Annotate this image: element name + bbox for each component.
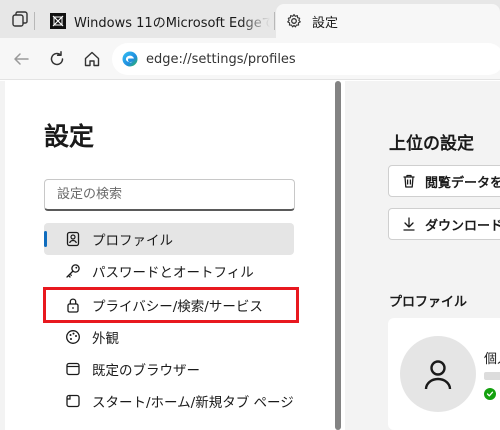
sidebar-item-label: パスワードとオートフィル bbox=[92, 265, 254, 281]
sidebar-item-label: スタート/ホーム/新規タブ ページ bbox=[92, 395, 294, 411]
button-label: 閲覧データを削除 bbox=[425, 175, 500, 191]
profile-email-redacted bbox=[484, 372, 500, 380]
settings-search-input[interactable] bbox=[44, 179, 295, 211]
profile-card[interactable]: 個人 bbox=[388, 318, 500, 430]
profile-name: 個人 bbox=[484, 352, 500, 367]
edge-logo-icon bbox=[122, 51, 138, 67]
button-label: ダウンロード bbox=[425, 218, 500, 234]
refresh-button[interactable] bbox=[45, 47, 69, 71]
sidebar-item-profiles[interactable]: プロファイル bbox=[44, 223, 294, 255]
browser-window-icon bbox=[64, 360, 82, 378]
sidebar-item-default-browser[interactable]: 既定のブラウザー bbox=[44, 353, 294, 385]
sidebar-item-label: プロファイル bbox=[92, 233, 173, 249]
browser-toolbar: edge://settings/profiles bbox=[0, 38, 500, 80]
gear-icon bbox=[286, 13, 302, 29]
sidebar-item-label: 既定のブラウザー bbox=[92, 363, 200, 379]
avatar bbox=[400, 336, 476, 412]
trash-icon bbox=[401, 173, 417, 189]
highlight-annotation-box bbox=[43, 287, 299, 323]
url-text: edge://settings/profiles bbox=[146, 51, 296, 67]
sidebar-item-passwords-autofill[interactable]: パスワードとオートフィル bbox=[44, 255, 294, 287]
tab-separator bbox=[274, 12, 275, 30]
sidebar-item-label: 外観 bbox=[92, 331, 119, 347]
address-bar[interactable]: edge://settings/profiles bbox=[112, 43, 500, 75]
sidebar-item-appearance[interactable]: 外観 bbox=[44, 321, 294, 353]
tab-article[interactable]: Windows 11のMicrosoft EdgeでCookieを削除する方法 bbox=[44, 4, 270, 38]
settings-page: 設定 プロファイル パスワードとオートフィル プライバシー/検索/サービス 外観… bbox=[0, 81, 500, 430]
appearance-icon bbox=[64, 328, 82, 346]
tab-strip-divider bbox=[34, 12, 35, 30]
site-favicon-icon bbox=[50, 13, 66, 29]
tab-title: Windows 11のMicrosoft EdgeでCookieを削除する方法 bbox=[74, 15, 270, 31]
section-heading: 上位の設定 bbox=[389, 134, 474, 154]
workspaces-icon[interactable] bbox=[9, 8, 31, 30]
sidebar-scrollbar[interactable] bbox=[331, 81, 345, 430]
clear-browsing-data-button[interactable]: 閲覧データを削除 bbox=[388, 165, 500, 197]
back-button[interactable] bbox=[9, 47, 33, 71]
download-icon bbox=[401, 216, 417, 232]
downloads-button[interactable]: ダウンロード bbox=[388, 208, 500, 240]
sidebar-item-start-home-newtab[interactable]: スタート/ホーム/新規タブ ページ bbox=[44, 385, 306, 417]
main-panel: 上位の設定 閲覧データを削除 ダウンロード プロファイル 個人 bbox=[345, 81, 500, 430]
home-button[interactable] bbox=[80, 47, 104, 71]
key-icon bbox=[64, 262, 82, 280]
tab-settings[interactable]: 設定 bbox=[276, 4, 500, 38]
page-title: 設定 bbox=[44, 122, 95, 151]
tab-strip: Windows 11のMicrosoft EdgeでCookieを削除する方法 … bbox=[0, 0, 500, 38]
profiles-section-heading: プロファイル bbox=[389, 295, 468, 310]
person-icon bbox=[421, 357, 455, 391]
profile-icon bbox=[64, 230, 82, 248]
sync-check-icon bbox=[484, 388, 496, 400]
scrollbar-thumb[interactable] bbox=[335, 81, 341, 430]
tab-title: 設定 bbox=[312, 15, 339, 31]
home-page-icon bbox=[64, 392, 82, 410]
